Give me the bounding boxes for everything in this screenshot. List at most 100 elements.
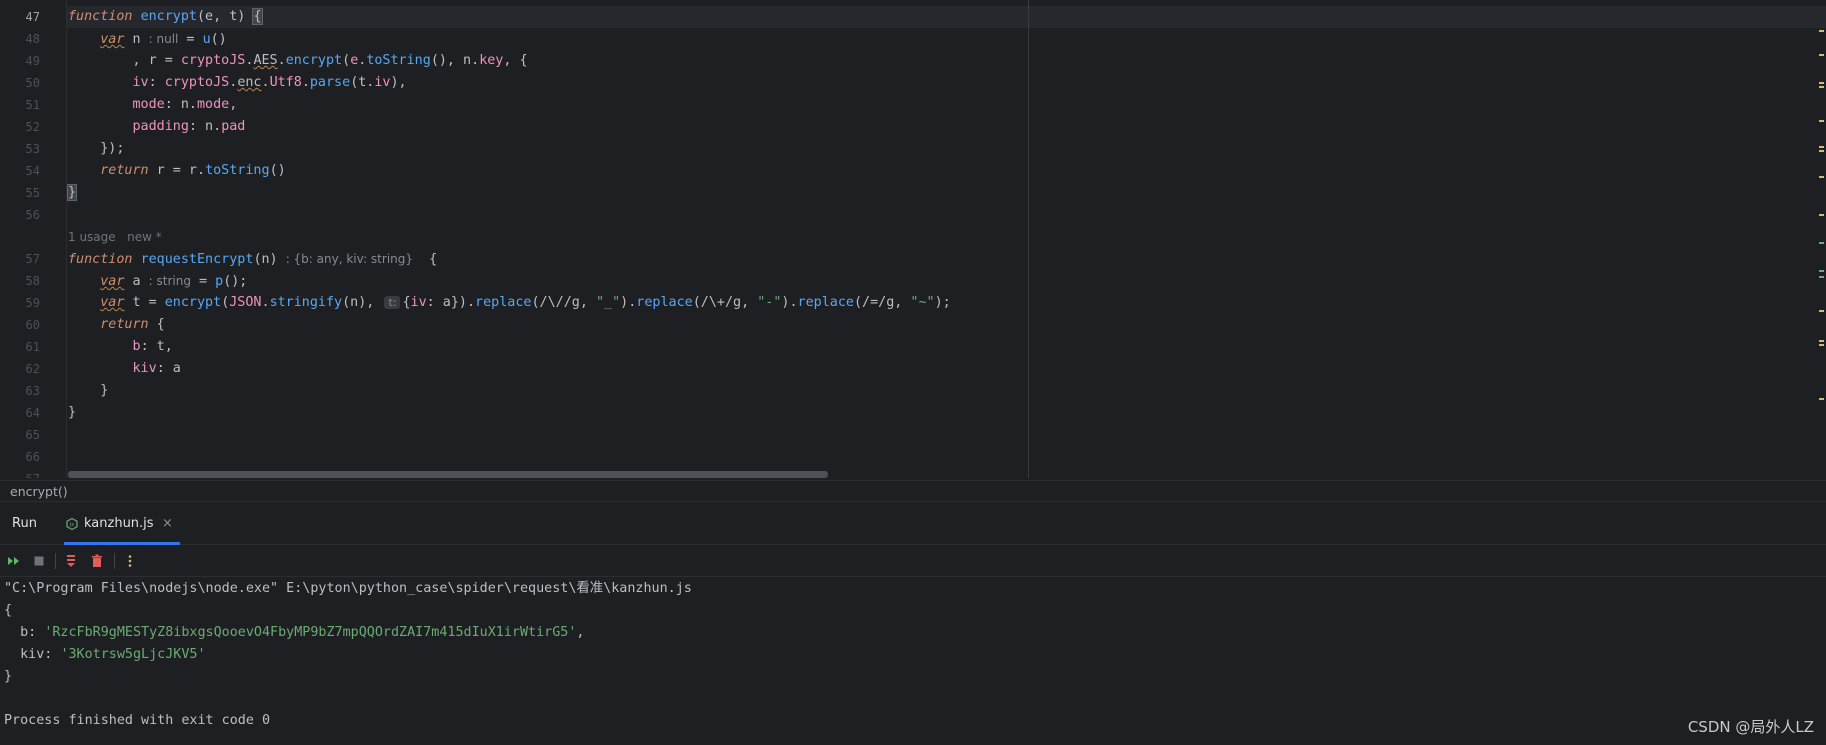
- stripe-mark[interactable]: [1819, 30, 1824, 32]
- line-number: 61: [25, 340, 40, 354]
- property: iv: [374, 75, 391, 90]
- function-call: encrypt: [285, 53, 343, 68]
- code-text: =: [178, 32, 203, 47]
- line-number: 67: [0, 468, 40, 478]
- console-line: }: [4, 669, 13, 684]
- stripe-mark[interactable]: [1819, 310, 1824, 312]
- line-number: 54: [25, 164, 40, 178]
- code-editor[interactable]: 47 48 49 50 51 52 53 54 55 56 57 58 59 6…: [0, 0, 1826, 478]
- trash-icon[interactable]: [89, 553, 105, 569]
- code-text: r = r.: [148, 163, 206, 178]
- code-text: n: [124, 32, 149, 47]
- keyword: var: [100, 274, 125, 289]
- right-margin-guide: [1028, 0, 1029, 478]
- code-line-59: var t = encrypt(JSON.stringify(n), t: {iv…: [68, 292, 951, 314]
- property: kiv: [132, 361, 157, 376]
- line-number: 55: [25, 186, 40, 200]
- console-output[interactable]: "C:\Program Files\nodejs\node.exe" E:\py…: [0, 578, 1826, 745]
- code-text: ).: [781, 295, 798, 310]
- stripe-mark[interactable]: [1819, 120, 1824, 122]
- code-text: ,: [229, 97, 238, 112]
- code-text: }: [100, 383, 109, 398]
- stripe-mark[interactable]: [1819, 176, 1824, 178]
- line-number: 63: [25, 384, 40, 398]
- scroll-to-end-icon[interactable]: [63, 553, 79, 569]
- code-line-63: }: [68, 380, 108, 402]
- code-text: );: [934, 295, 951, 310]
- code-line-54: return r = r.toString(): [68, 160, 286, 182]
- usage-hint[interactable]: 1 usage new *: [68, 226, 162, 248]
- breadcrumb[interactable]: encrypt(): [0, 480, 1826, 502]
- line-number: 47: [25, 10, 40, 24]
- stripe-mark[interactable]: [1819, 86, 1824, 88]
- line-number: 51: [25, 98, 40, 112]
- function-call: u: [202, 32, 211, 47]
- error-stripe[interactable]: [1816, 0, 1826, 478]
- stop-icon[interactable]: [31, 553, 47, 569]
- horizontal-scrollbar[interactable]: [68, 471, 828, 478]
- watermark: CSDN @局外人LZ: [1687, 718, 1814, 736]
- identifier: cryptoJS: [180, 53, 246, 68]
- stripe-mark[interactable]: [1819, 270, 1824, 272]
- stripe-mark[interactable]: [1819, 242, 1824, 244]
- code-text: (/\+/g,: [692, 295, 758, 310]
- current-line-highlight: [0, 6, 1826, 28]
- identifier: JSON: [229, 295, 262, 310]
- code-text: : n.: [188, 119, 222, 134]
- stripe-mark[interactable]: [1819, 214, 1824, 216]
- stripe-mark[interactable]: [1819, 398, 1824, 400]
- line-number: 60: [25, 318, 40, 332]
- property: b: [132, 339, 141, 354]
- keyword: function: [68, 252, 133, 267]
- code-line-48: var n : null = u(): [68, 28, 227, 50]
- identifier: AES: [253, 53, 278, 68]
- identifier: cryptoJS: [164, 75, 230, 90]
- line-number: 56: [25, 208, 40, 222]
- stripe-mark[interactable]: [1819, 276, 1824, 278]
- function-call: toString: [366, 53, 431, 68]
- code-text: (n): [253, 252, 286, 267]
- line-number: 48: [25, 32, 40, 46]
- code-text: (/\//g,: [531, 295, 596, 310]
- stripe-mark[interactable]: [1819, 344, 1824, 346]
- close-icon[interactable]: ×: [162, 503, 173, 545]
- rerun-icon[interactable]: [6, 553, 22, 569]
- toolbar-separator: [55, 553, 56, 569]
- stripe-mark[interactable]: [1819, 82, 1824, 84]
- more-options-icon[interactable]: [122, 553, 138, 569]
- code-text: (: [342, 53, 351, 68]
- code-line-53: });: [68, 138, 124, 160]
- function-call: stringify: [269, 295, 343, 310]
- stripe-mark[interactable]: [1819, 146, 1824, 148]
- code-text: ).: [620, 295, 637, 310]
- line-number: 49: [25, 54, 40, 68]
- identifier: enc: [237, 75, 262, 90]
- code-text: =: [190, 274, 216, 289]
- string-literal: "~": [910, 295, 935, 310]
- console-line: kiv: '3Kotrsw5gLjcJKV5': [4, 644, 206, 666]
- function-call: replace: [636, 295, 693, 310]
- stripe-mark[interactable]: [1819, 150, 1824, 152]
- function-call: encrypt: [164, 295, 222, 310]
- function-call: parse: [309, 75, 351, 90]
- code-text: {: [402, 295, 411, 310]
- run-tab-kanzhun[interactable]: js kanzhun.js ×: [64, 503, 180, 545]
- console-string-value: '3Kotrsw5gLjcJKV5': [60, 647, 206, 662]
- code-line-61: b: t,: [68, 336, 173, 358]
- stripe-mark[interactable]: [1819, 340, 1824, 342]
- line-number: 64: [25, 406, 40, 420]
- code-text: .: [277, 53, 286, 68]
- function-call: p: [215, 274, 224, 289]
- console-line: {: [4, 603, 13, 618]
- line-number: 59: [25, 296, 40, 310]
- code-text: (e, t): [197, 9, 254, 24]
- code-text: (): [269, 163, 286, 178]
- code-text: }: [68, 405, 77, 420]
- line-number: 65: [25, 428, 40, 442]
- function-call: toString: [205, 163, 270, 178]
- run-tab-label: kanzhun.js: [84, 516, 154, 531]
- line-number: 53: [25, 142, 40, 156]
- type-hint: : null: [148, 32, 179, 46]
- stripe-mark[interactable]: [1819, 54, 1824, 56]
- code-text: {: [148, 317, 165, 332]
